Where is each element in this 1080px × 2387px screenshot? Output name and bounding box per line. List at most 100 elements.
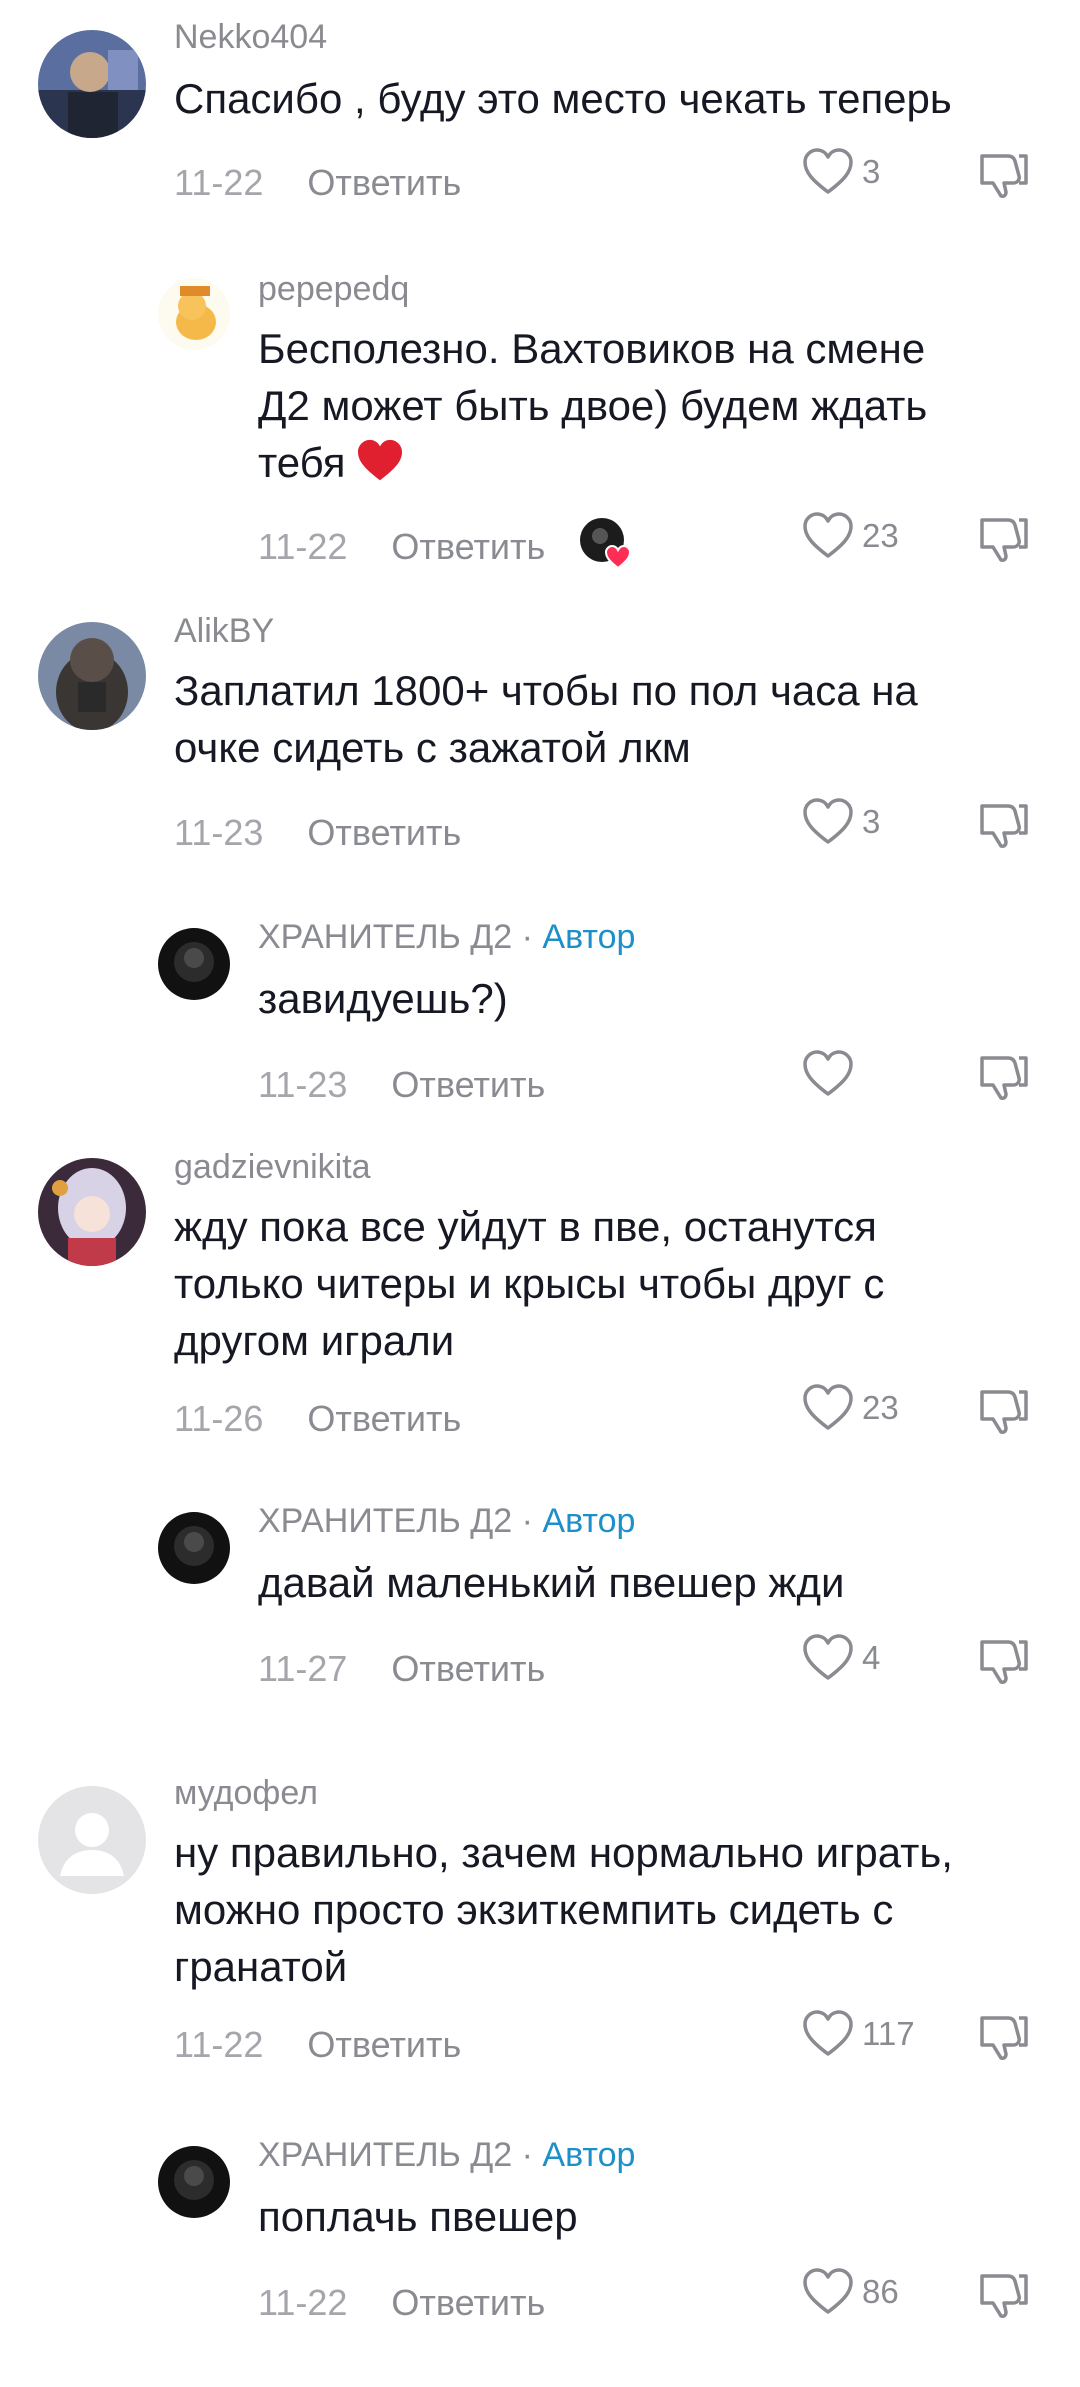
comment-username[interactable]: Nekko404 xyxy=(174,18,327,57)
comment-date: 11-27 xyxy=(258,1648,348,1689)
like-button[interactable]: 3 xyxy=(802,148,880,196)
avatar[interactable] xyxy=(158,2146,230,2218)
like-count: 117 xyxy=(862,2015,915,2052)
comment-meta: 11-22 Ответить xyxy=(258,526,545,568)
comment-username[interactable]: gadzievnikita xyxy=(174,1148,371,1187)
author-separator: · xyxy=(512,1502,543,1540)
comment-username: ХРАНИТЕЛЬ Д2 · Автор xyxy=(258,918,635,957)
heart-outline-icon xyxy=(803,148,853,194)
reply-button[interactable]: Ответить xyxy=(391,1648,545,1689)
comment-line: тебя xyxy=(258,439,346,486)
comment-username[interactable]: мудофел xyxy=(174,1774,318,1813)
like-count: 23 xyxy=(862,517,899,554)
comment-line: можно просто экзиткемпить сидеть с xyxy=(174,1886,894,1933)
comment-line: жду пока все уйдут в пве, останутся xyxy=(174,1203,877,1250)
like-button[interactable]: 86 xyxy=(802,2268,899,2316)
comment-text: Заплатил 1800+ чтобы по пол часа на очке… xyxy=(174,662,918,776)
comment-line: завидуешь?) xyxy=(258,975,508,1022)
comment-line: Заплатил 1800+ чтобы по пол часа на xyxy=(174,667,918,714)
like-button[interactable]: 23 xyxy=(802,512,899,560)
heart-outline-icon xyxy=(803,1384,853,1430)
comment-text: Бесполезно. Вахтовиков на смене Д2 может… xyxy=(258,320,927,491)
like-button[interactable] xyxy=(802,1050,862,1098)
heart-outline-icon xyxy=(803,798,853,844)
comment-meta: 11-23 Ответить xyxy=(174,812,461,854)
author-badge: Автор xyxy=(542,918,636,956)
author-name[interactable]: ХРАНИТЕЛЬ Д2 xyxy=(258,1502,512,1540)
comment-text: Спасибо , буду это место чекать теперь xyxy=(174,70,952,127)
comment-meta: 11-27 Ответить xyxy=(258,1648,545,1690)
like-button[interactable]: 23 xyxy=(802,1384,899,1432)
comment-date: 11-23 xyxy=(174,812,264,853)
comment-line: очке сидеть с зажатой лкм xyxy=(174,724,691,771)
author-badge: Автор xyxy=(542,1502,636,1540)
thumbs-down-icon[interactable] xyxy=(978,2010,1030,2062)
comment-meta: 11-22 Ответить xyxy=(174,162,461,204)
comment-meta: 11-22 Ответить xyxy=(174,2024,461,2066)
comment-username[interactable]: pepepedq xyxy=(258,270,409,309)
thumbs-down-icon[interactable] xyxy=(978,1634,1030,1686)
avatar[interactable] xyxy=(158,278,230,350)
like-count: 3 xyxy=(862,803,881,840)
heart-outline-icon xyxy=(803,2010,853,2056)
comment-date: 11-22 xyxy=(174,162,264,203)
thumbs-down-icon[interactable] xyxy=(978,512,1030,564)
avatar[interactable] xyxy=(158,928,230,1000)
author-badge: Автор xyxy=(542,2136,636,2174)
like-button[interactable]: 3 xyxy=(802,798,880,846)
avatar[interactable] xyxy=(158,1512,230,1584)
author-name[interactable]: ХРАНИТЕЛЬ Д2 xyxy=(258,918,512,956)
avatar[interactable] xyxy=(38,1158,146,1266)
avatar[interactable] xyxy=(38,30,146,138)
thumbs-down-icon[interactable] xyxy=(978,1050,1030,1102)
red-heart-emoji xyxy=(357,439,402,481)
like-count: 4 xyxy=(862,1639,881,1676)
avatar[interactable] xyxy=(38,1786,146,1894)
comment-line: Д2 может быть двое) будем ждать xyxy=(258,382,928,429)
like-count: 86 xyxy=(862,2273,899,2310)
heart-outline-icon xyxy=(803,512,853,558)
reply-button[interactable]: Ответить xyxy=(307,1398,461,1439)
comment-text: ну правильно, зачем нормально играть, мо… xyxy=(174,1824,953,1995)
comment-line: ну правильно, зачем нормально играть, xyxy=(174,1829,953,1876)
reply-button[interactable]: Ответить xyxy=(307,162,461,203)
thumbs-down-icon[interactable] xyxy=(978,1384,1030,1436)
like-count: 23 xyxy=(862,1389,899,1426)
comment-text: жду пока все уйдут в пве, останутся толь… xyxy=(174,1198,884,1369)
comment-meta: 11-22 Ответить xyxy=(258,2282,545,2324)
creator-liked-icon xyxy=(580,518,632,570)
like-button[interactable]: 117 xyxy=(802,2010,915,2058)
reply-button[interactable]: Ответить xyxy=(307,812,461,853)
heart-outline-icon xyxy=(803,1050,853,1096)
comment-date: 11-26 xyxy=(174,1398,264,1439)
comment-line: Бесполезно. Вахтовиков на смене xyxy=(258,325,926,372)
comment-line: давай маленький пвешер жди xyxy=(258,1559,845,1606)
thumbs-down-icon[interactable] xyxy=(978,2268,1030,2320)
reply-button[interactable]: Ответить xyxy=(391,2282,545,2323)
comment-text: давай маленький пвешер жди xyxy=(258,1554,844,1611)
reply-button[interactable]: Ответить xyxy=(391,526,545,567)
heart-outline-icon xyxy=(803,1634,853,1680)
comment-username: ХРАНИТЕЛЬ Д2 · Автор xyxy=(258,2136,635,2175)
reply-button[interactable]: Ответить xyxy=(391,1064,545,1105)
comment-username[interactable]: AlikBY xyxy=(174,612,274,651)
avatar[interactable] xyxy=(38,622,146,730)
comment-line: Спасибо , буду это место чекать теперь xyxy=(174,75,952,122)
comment-line: поплачь пвешер xyxy=(258,2193,578,2240)
like-button[interactable]: 4 xyxy=(802,1634,880,1682)
comment-date: 11-22 xyxy=(258,2282,348,2323)
author-name[interactable]: ХРАНИТЕЛЬ Д2 xyxy=(258,2136,512,2174)
comment-line: только читеры и крысы чтобы друг с xyxy=(174,1260,885,1307)
thumbs-down-icon[interactable] xyxy=(978,798,1030,850)
thumbs-down-icon[interactable] xyxy=(978,148,1030,200)
author-separator: · xyxy=(512,2136,543,2174)
comment-date: 11-22 xyxy=(174,2024,264,2065)
like-count: 3 xyxy=(862,153,881,190)
comment-date: 11-23 xyxy=(258,1064,348,1105)
comment-line: другом играли xyxy=(174,1317,455,1364)
heart-outline-icon xyxy=(803,2268,853,2314)
comment-text: завидуешь?) xyxy=(258,970,508,1027)
reply-button[interactable]: Ответить xyxy=(307,2024,461,2065)
author-separator: · xyxy=(512,918,543,956)
comment-text: поплачь пвешер xyxy=(258,2188,578,2245)
